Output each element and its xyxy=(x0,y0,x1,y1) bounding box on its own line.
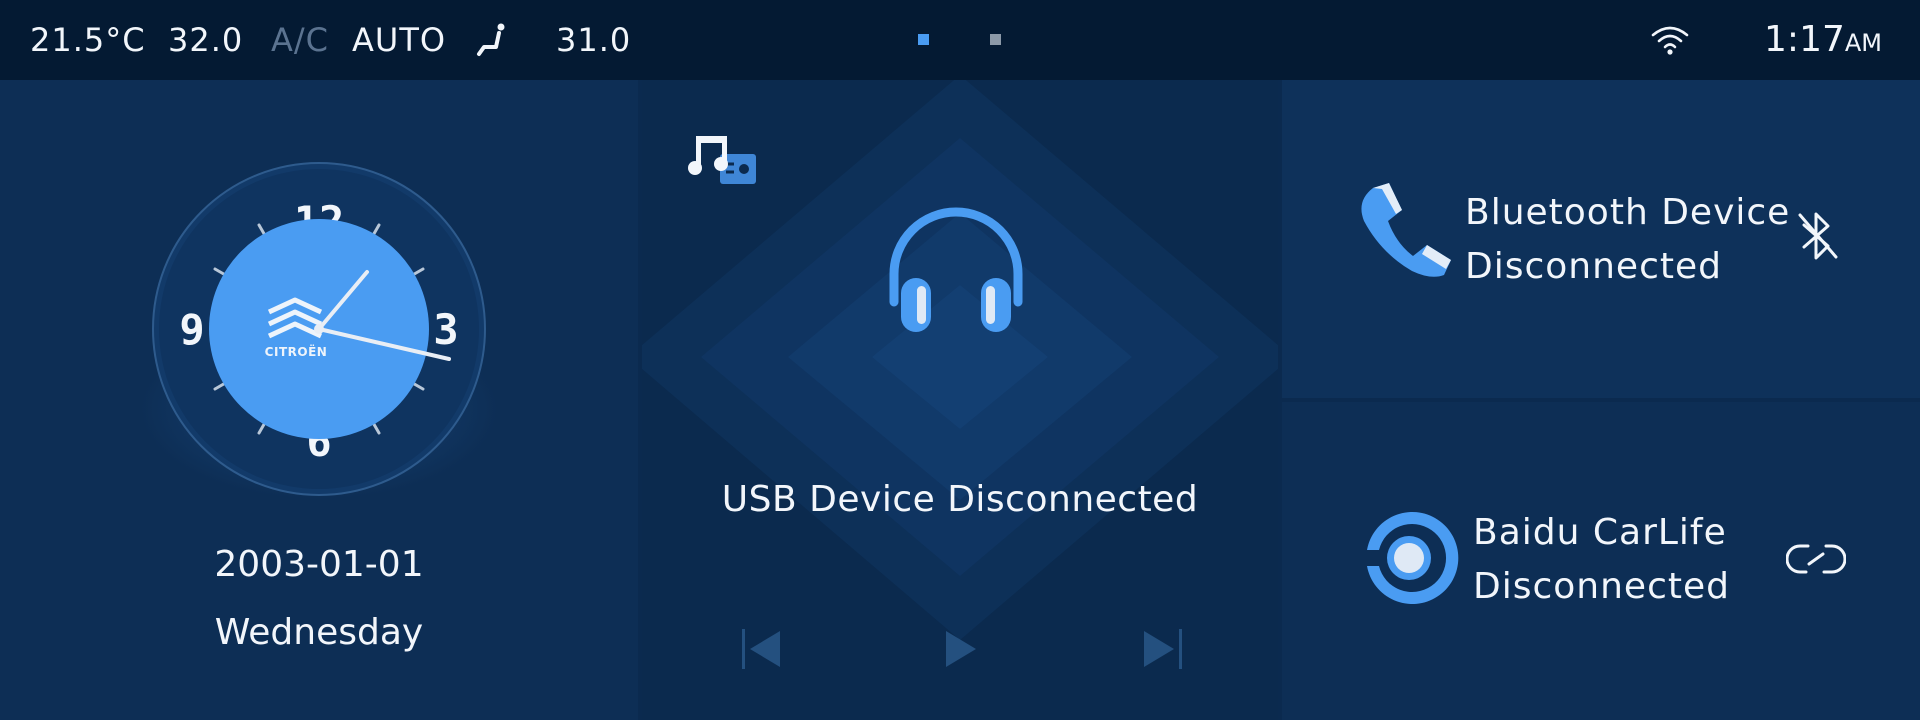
climate-mode[interactable]: AUTO xyxy=(352,20,446,60)
usb-status: USB Device Disconnected xyxy=(721,479,1199,520)
time-text: 1:17 xyxy=(1764,19,1845,60)
brand-label: CITROËN xyxy=(265,344,328,359)
ac-toggle[interactable]: A/C xyxy=(271,20,329,60)
clock-panel[interactable]: 12 3 6 9 CITROËN 2003-01-01 Wednesday xyxy=(0,80,638,720)
next-icon[interactable] xyxy=(1136,624,1186,674)
page-dot-active[interactable] xyxy=(918,34,929,45)
bluetooth-title: Bluetooth Device xyxy=(1465,192,1791,233)
bluetooth-state: Disconnected xyxy=(1465,246,1722,287)
date-label: 2003-01-01 xyxy=(214,544,424,585)
status-clock: 1:17AM xyxy=(1764,18,1882,65)
carlife-card[interactable]: Baidu CarLife Disconnected xyxy=(1282,402,1920,720)
driver-temperature[interactable]: 31.0 xyxy=(556,20,631,60)
seat-heat-icon[interactable] xyxy=(474,21,512,59)
wifi-icon xyxy=(1651,26,1689,55)
previous-icon[interactable] xyxy=(738,624,788,674)
media-panel[interactable]: USB Device Disconnected xyxy=(642,80,1278,720)
bluetooth-status: Bluetooth Device Disconnected xyxy=(1465,186,1790,294)
numeral-9: 9 xyxy=(179,305,204,354)
page-dot[interactable] xyxy=(990,34,1001,45)
analog-clock: 12 3 6 9 CITROËN xyxy=(152,162,486,496)
music-radio-icon[interactable] xyxy=(686,130,766,190)
headphones-icon xyxy=(889,207,1023,332)
carlife-status: Baidu CarLife Disconnected xyxy=(1473,506,1730,614)
hand-pivot xyxy=(314,324,324,334)
fan-value[interactable]: 32.0 xyxy=(168,20,243,60)
bluetooth-card[interactable]: Bluetooth Device Disconnected xyxy=(1282,80,1920,398)
ampm-text: AM xyxy=(1844,29,1882,57)
numeral-3: 3 xyxy=(433,305,458,354)
phone-icon xyxy=(1361,183,1451,277)
carlife-title: Baidu CarLife xyxy=(1473,512,1727,553)
weekday-label: Wednesday xyxy=(214,612,424,653)
bluetooth-disabled-icon[interactable] xyxy=(1794,208,1842,264)
carlife-state: Disconnected xyxy=(1473,566,1730,607)
play-icon[interactable] xyxy=(936,624,986,674)
status-bar: 21.5°C 32.0 A/C AUTO 31.0 1:17AM xyxy=(0,0,1920,80)
link-broken-icon[interactable] xyxy=(1786,542,1846,576)
carlife-icon xyxy=(1367,512,1459,604)
outside-temperature: 21.5°C xyxy=(30,21,146,59)
